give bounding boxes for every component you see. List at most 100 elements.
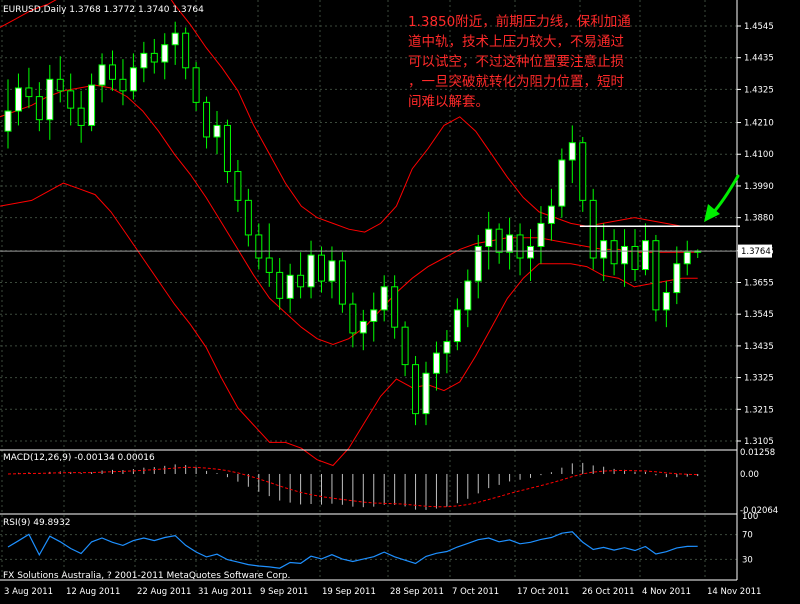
candle-bear bbox=[495, 228, 503, 253]
candle-bull bbox=[4, 110, 12, 132]
price-tag-label: 1.3764 bbox=[741, 247, 771, 257]
candle-bear bbox=[67, 90, 75, 109]
candle-bull bbox=[98, 64, 106, 86]
candle-bear bbox=[203, 101, 211, 138]
rsi-axis-label: 70 bbox=[742, 531, 753, 541]
candle-bear bbox=[631, 245, 639, 271]
candle-bear bbox=[56, 78, 64, 92]
candle-bull bbox=[359, 320, 367, 334]
candle-bear bbox=[119, 78, 127, 92]
candle-bull bbox=[568, 142, 576, 161]
candle-bear bbox=[265, 257, 273, 273]
candle-bear bbox=[109, 64, 116, 80]
rsi-label: RSI(9) 49.8932 bbox=[3, 518, 70, 528]
candle-bull bbox=[422, 372, 430, 415]
candle-bull bbox=[683, 251, 691, 265]
candle-bull bbox=[506, 234, 514, 253]
price-axis-label: 1.4100 bbox=[744, 150, 774, 160]
candle-bull bbox=[527, 245, 534, 259]
candle-bull bbox=[558, 159, 566, 207]
candle-bull bbox=[161, 44, 169, 63]
time-axis-label: 17 Oct 2011 bbox=[517, 587, 570, 597]
candle-bear bbox=[150, 52, 158, 63]
annotation-line-1: 1.3850附近，前期压力线，保利加通 bbox=[408, 13, 631, 30]
candle-bear bbox=[610, 240, 618, 265]
price-axis-label: 1.4545 bbox=[744, 22, 774, 32]
candle-bull bbox=[600, 240, 608, 259]
candle-bull bbox=[46, 78, 54, 121]
candle-bull bbox=[443, 341, 451, 354]
chart-canvas[interactable]: 3 Aug 2011 12 Aug 2011 22 Aug 2011 31 Aug 2… bbox=[0, 0, 800, 600]
time-axis-label: 9 Sep 2011 bbox=[260, 587, 308, 597]
copyright-text: FX Solutions Australia, ? 2001-2011 Meta… bbox=[3, 571, 290, 581]
candle-bull bbox=[213, 124, 221, 138]
macd-axis-label: 0.01258 bbox=[740, 448, 775, 458]
candle-bear bbox=[35, 96, 43, 121]
candle-bear bbox=[338, 260, 346, 305]
time-axis-label: 12 Aug 2011 bbox=[66, 587, 120, 597]
candle-bull bbox=[129, 67, 137, 92]
price-axis-label: 1.3325 bbox=[744, 374, 774, 384]
time-axis-label: 3 Aug 2011 bbox=[4, 587, 53, 597]
candle-bull bbox=[464, 280, 472, 311]
candle-bull bbox=[370, 309, 378, 322]
macd-axis-label: 0.00 bbox=[740, 470, 759, 480]
current-price-tag: 1.3764 bbox=[738, 244, 772, 258]
time-axis-label: 31 Aug 2011 bbox=[198, 587, 252, 597]
annotation-line-2: 道中轨，技术上压力较大，不易通过 bbox=[408, 34, 624, 50]
candle-bear bbox=[349, 303, 357, 334]
price-axis-label: 1.3545 bbox=[744, 310, 774, 320]
candle-bear bbox=[255, 234, 263, 259]
time-axis-label: 4 Nov 2011 bbox=[642, 587, 691, 597]
macd-label: MACD(12,26,9) -0.00134 0.00016 bbox=[3, 453, 155, 463]
rsi-axis-label: 100 bbox=[742, 512, 758, 522]
candle-bear bbox=[276, 271, 284, 299]
annotation-line-3: 可以试空，不过这种位置要注意止损 bbox=[408, 53, 624, 70]
chart-window[interactable]: 3 Aug 2011 12 Aug 2011 22 Aug 2011 31 Aug 2… bbox=[0, 0, 800, 600]
price-axis-label: 1.3215 bbox=[744, 405, 774, 415]
candle-bull bbox=[286, 274, 294, 299]
candle-bull bbox=[14, 87, 22, 112]
candle-bear bbox=[244, 199, 252, 236]
candle-bull bbox=[307, 254, 315, 288]
time-axis-label: 14 Nov 2011 bbox=[707, 587, 761, 597]
candle-bull bbox=[171, 32, 179, 46]
candle-bear bbox=[77, 107, 85, 126]
candle-bull bbox=[328, 260, 336, 282]
candle-bull bbox=[662, 292, 670, 311]
price-axis-label: 1.4325 bbox=[744, 85, 774, 95]
time-axis-label: 7 Oct 2011 bbox=[452, 587, 499, 597]
candle-bear bbox=[391, 286, 399, 328]
candle-bear bbox=[25, 87, 33, 98]
candle-bear bbox=[401, 326, 409, 366]
candle-bull bbox=[432, 352, 440, 374]
price-axis-label: 1.4435 bbox=[744, 54, 774, 64]
candle-bull bbox=[547, 205, 555, 224]
annotation-line-4: ，一旦突破就转化为阻力位置，短时 bbox=[408, 74, 624, 90]
candle-bull bbox=[485, 228, 493, 247]
candle-bear bbox=[589, 199, 597, 259]
candle-bull bbox=[453, 309, 461, 343]
candle-bull bbox=[621, 245, 629, 265]
annotation-line-5: 间难以解套。 bbox=[408, 94, 489, 110]
time-axis-label: 28 Sep 2011 bbox=[390, 587, 444, 597]
candle-bear bbox=[223, 124, 231, 173]
candle-bull bbox=[641, 240, 649, 271]
price-axis-label: 1.3435 bbox=[744, 342, 774, 352]
candle-bear bbox=[192, 67, 200, 103]
symbol-header: EURUSD,Daily 1.3768 1.3772 1.3740 1.3764 bbox=[3, 5, 204, 15]
time-axis-label: 19 Sep 2011 bbox=[322, 587, 376, 597]
candle-bull bbox=[474, 245, 482, 282]
time-axis-label: 22 Aug 2011 bbox=[137, 587, 191, 597]
candle-bear bbox=[182, 32, 190, 69]
candle-bear bbox=[579, 142, 587, 201]
candle-bear bbox=[516, 234, 524, 259]
candle-bull bbox=[673, 263, 681, 294]
price-axis-label: 1.3105 bbox=[744, 437, 774, 447]
candle-bear bbox=[297, 274, 305, 288]
price-axis-label: 1.3990 bbox=[744, 182, 774, 192]
rsi-axis-label: 30 bbox=[742, 555, 753, 565]
time-axis-label: 26 Oct 2011 bbox=[582, 587, 635, 597]
candle-bull bbox=[88, 84, 96, 126]
candle-bear bbox=[318, 254, 325, 282]
